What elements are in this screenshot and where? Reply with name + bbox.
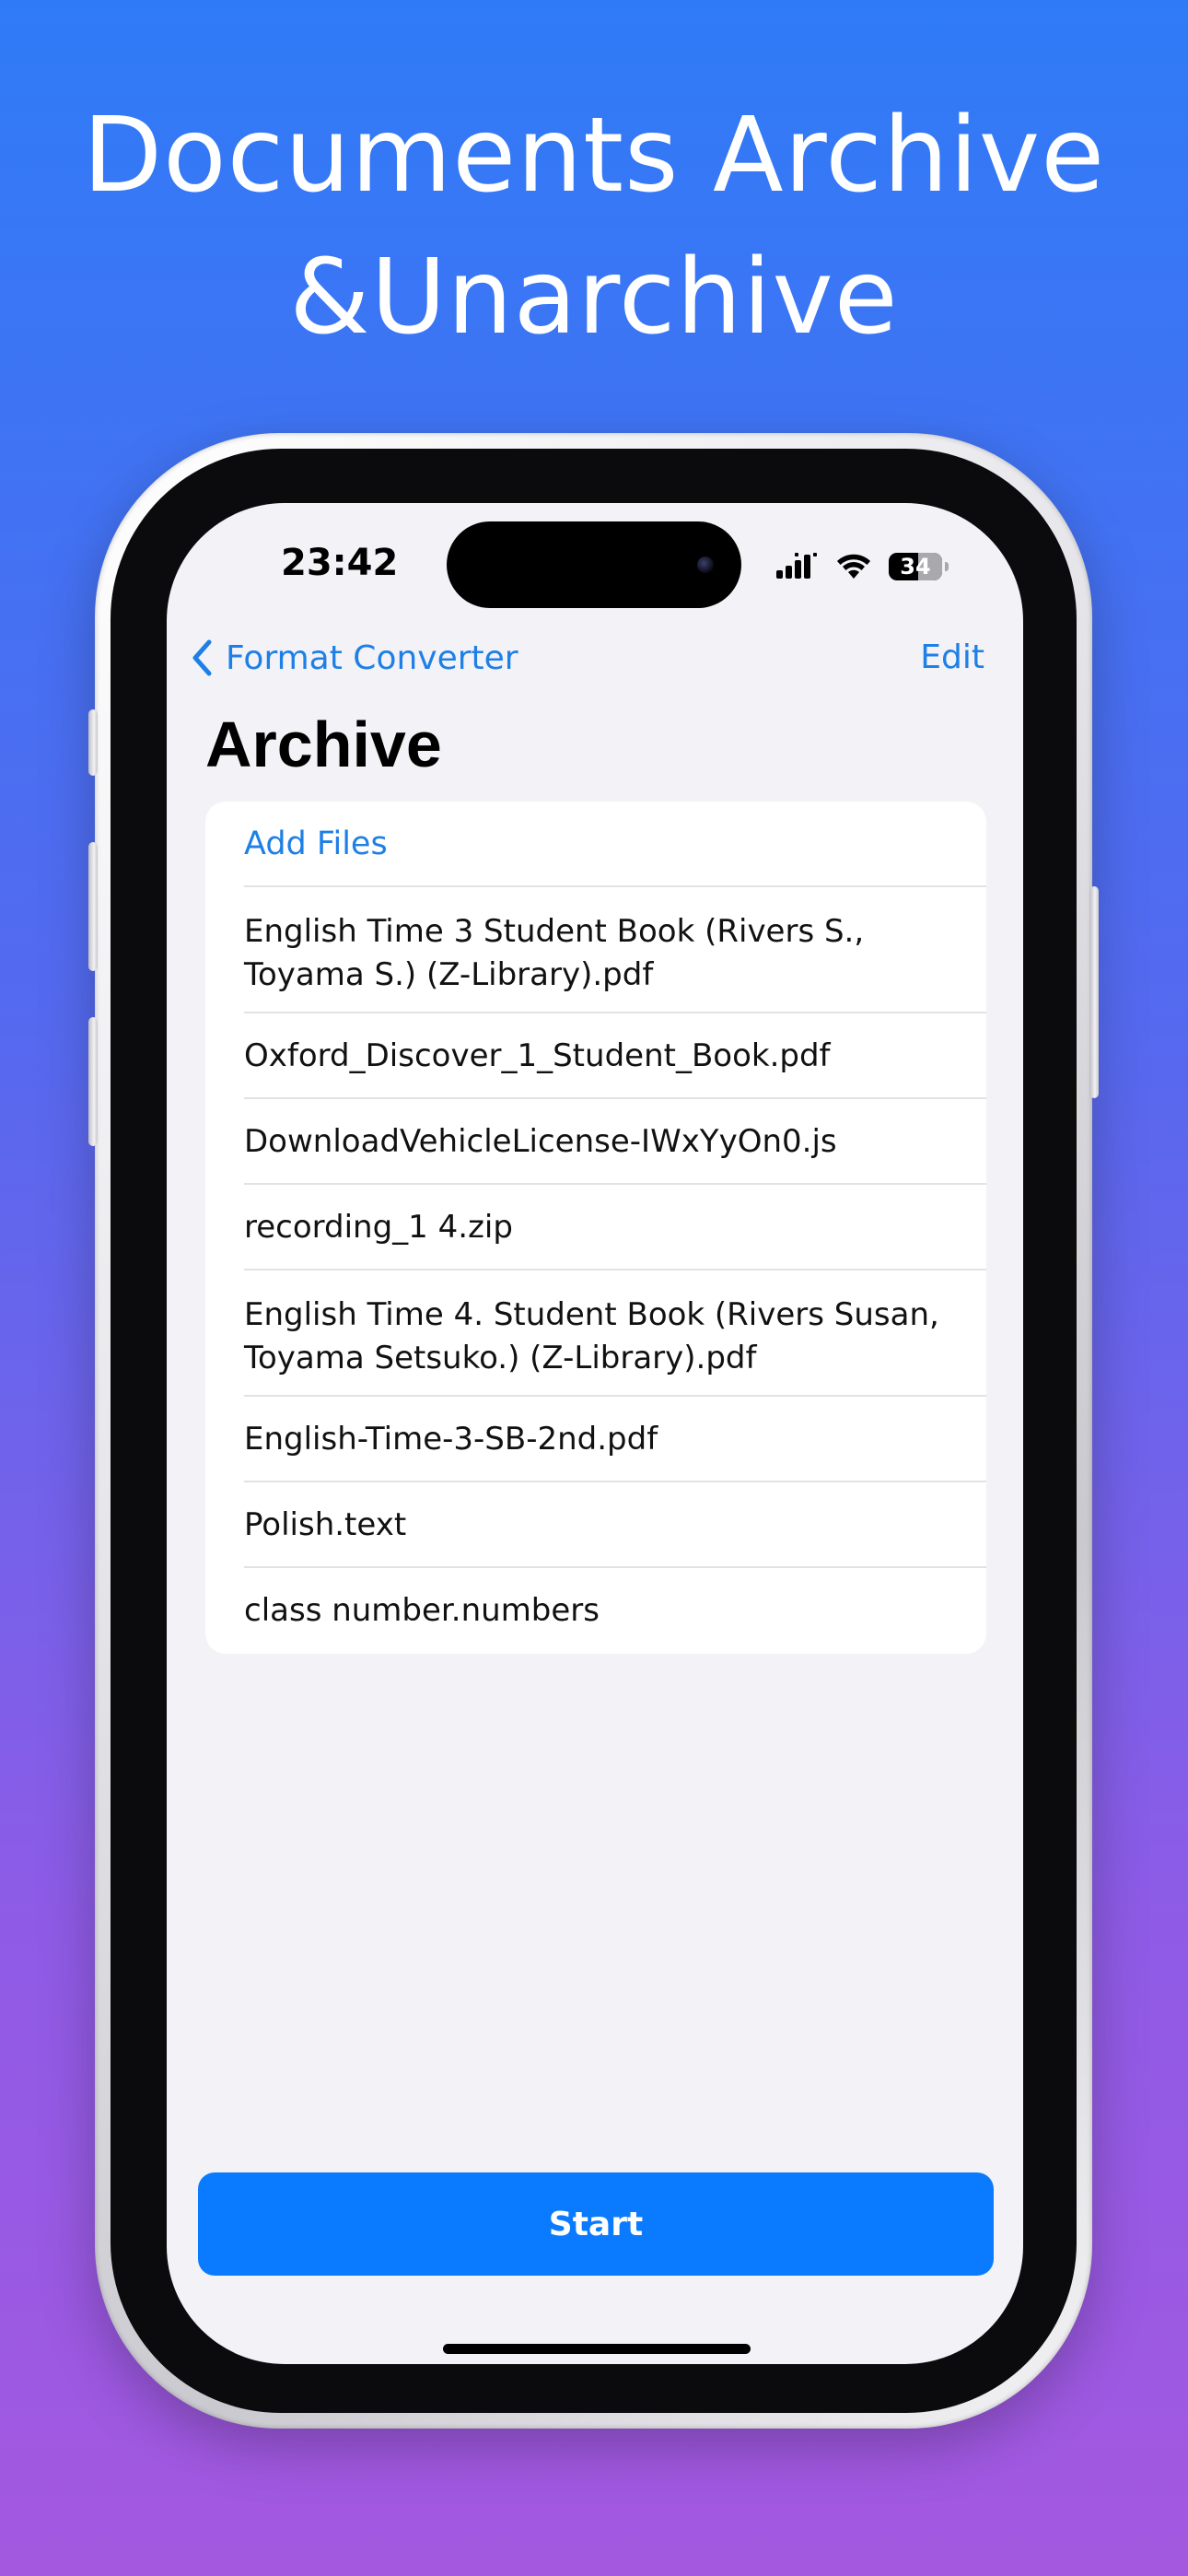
phone-action-button (88, 709, 98, 776)
file-row[interactable]: recording_1 4.zip (205, 1185, 986, 1270)
edit-button[interactable]: Edit (920, 634, 984, 682)
add-files-row[interactable]: Add Files (205, 802, 986, 887)
cellular-signal-icon (776, 553, 817, 579)
file-name: Polish.text (244, 1506, 407, 1543)
add-files-button[interactable]: Add Files (244, 823, 388, 866)
battery-level: 34 (900, 554, 931, 580)
file-name: Oxford_Discover_1_Student_Book.pdf (244, 1037, 831, 1074)
file-row[interactable]: English-Time-3-SB-2nd.pdf (205, 1397, 986, 1482)
file-row[interactable]: English Time 4. Student Book (Rivers Sus… (205, 1270, 986, 1397)
promo-headline: Documents Archive &Unarchive (0, 85, 1188, 369)
status-icons: 34 (776, 551, 949, 582)
phone-power-button (1089, 886, 1099, 1098)
chevron-left-icon (192, 639, 212, 676)
home-indicator[interactable] (443, 2344, 751, 2354)
phone-volume-up-button (88, 842, 98, 971)
phone-volume-down-button (88, 1017, 98, 1146)
dynamic-island (447, 521, 741, 608)
file-name: English Time 3 Student Book (Rivers S., … (244, 913, 865, 993)
phone-screen: 23:42 34 Format Converter Edit Archive A… (167, 503, 1023, 2364)
file-row[interactable]: class number.numbers (205, 1568, 986, 1654)
file-row[interactable]: DownloadVehicleLicense-IWxYyOn0.js (205, 1099, 986, 1185)
battery-nub (945, 562, 949, 571)
file-name: English-Time-3-SB-2nd.pdf (244, 1421, 658, 1458)
status-time: 23:42 (281, 542, 399, 584)
page-title: Archive (205, 708, 442, 780)
wifi-icon (837, 554, 870, 579)
back-button[interactable]: Format Converter (191, 634, 518, 682)
file-name: recording_1 4.zip (244, 1209, 513, 1246)
file-row[interactable]: Oxford_Discover_1_Student_Book.pdf (205, 1013, 986, 1099)
start-button[interactable]: Start (198, 2172, 994, 2276)
front-camera-icon (697, 556, 714, 573)
file-name: DownloadVehicleLicense-IWxYyOn0.js (244, 1123, 837, 1160)
back-button-label: Format Converter (226, 638, 518, 677)
battery-icon: 34 (889, 553, 949, 580)
file-row[interactable]: English Time 3 Student Book (Rivers S., … (205, 887, 986, 1013)
files-list: Add Files English Time 3 Student Book (R… (205, 802, 986, 1654)
headline-line-1: Documents Archive (82, 96, 1106, 216)
file-row[interactable]: Polish.text (205, 1482, 986, 1568)
file-name: English Time 4. Student Book (Rivers Sus… (244, 1296, 939, 1376)
file-name: class number.numbers (244, 1592, 600, 1629)
headline-line-2: &Unarchive (289, 238, 899, 357)
